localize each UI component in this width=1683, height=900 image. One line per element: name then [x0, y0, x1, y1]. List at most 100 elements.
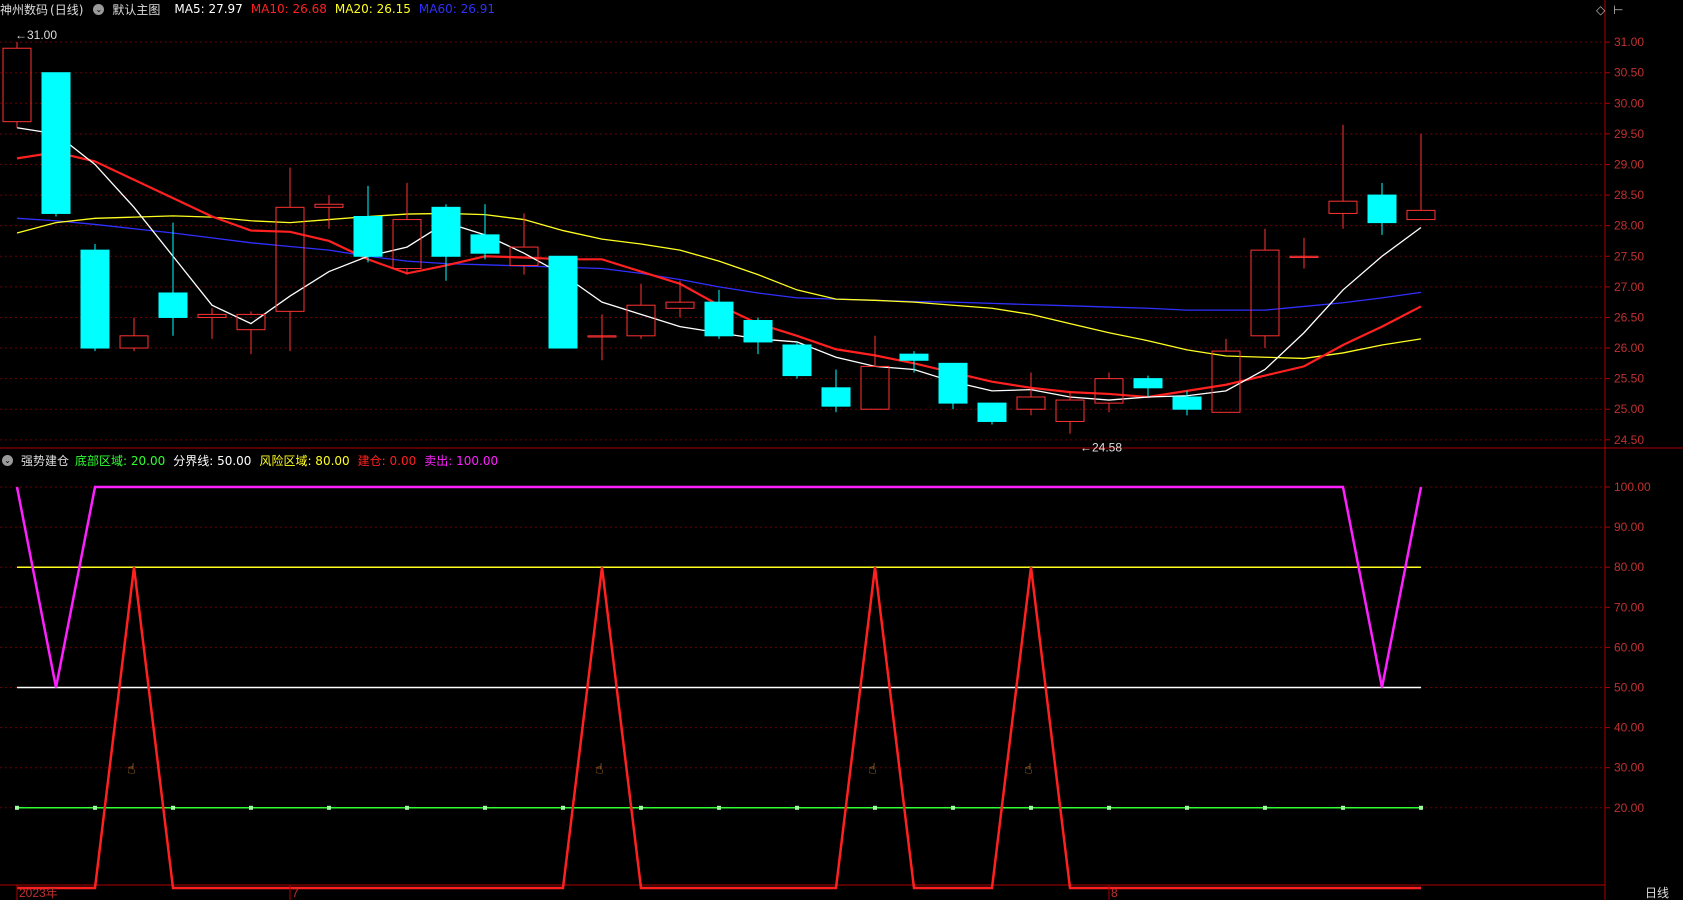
sell-line — [15, 485, 1423, 688]
indicator-tick-label: 90.00 — [1614, 520, 1644, 534]
bottom-zone-marker — [483, 805, 487, 810]
expand-icon[interactable]: ⊢ — [1613, 3, 1623, 17]
price-tick-label: 29.00 — [1614, 157, 1644, 171]
ma-legend-item: MA60: 26.91 — [418, 2, 495, 16]
candle-body — [314, 203, 344, 208]
template-label[interactable]: 默认主图 — [112, 1, 160, 18]
indicator-tick-label: 40.00 — [1614, 721, 1644, 735]
candle-body — [938, 362, 968, 404]
bottom-zone-marker — [1107, 805, 1111, 810]
ma-legend-item: MA20: 26.15 — [334, 2, 411, 16]
indicator-tick-label: 50.00 — [1614, 681, 1644, 695]
high-price-label: ←31.00 — [15, 28, 57, 42]
candle-body — [1016, 396, 1046, 410]
diamond-icon[interactable]: ◇ — [1596, 3, 1605, 17]
bottom-zone-marker — [951, 805, 955, 810]
hand-pointer-icon: ☝ — [868, 762, 877, 778]
indicator-legend-item: 底部区域: 20.00 — [75, 453, 166, 468]
bottom-zone-marker — [1419, 805, 1423, 810]
price-tick-label: 25.00 — [1614, 402, 1644, 416]
bottom-zone-marker — [1341, 805, 1345, 810]
price-tick-label: 28.50 — [1614, 188, 1644, 202]
candle-body — [80, 249, 110, 349]
ma-legend-item: MA5: 27.97 — [174, 2, 243, 16]
price-tick-label: 27.50 — [1614, 249, 1644, 263]
chevron-down-icon[interactable]: ⌄ — [2, 454, 13, 466]
price-tick-label: 25.50 — [1614, 372, 1644, 386]
candle-body — [1172, 396, 1202, 410]
main-chart-header: 神州数码 (日线) ⌄ 默认主图 MA5: 27.97 MA10: 26.68 MA… — [0, 0, 511, 18]
bottom-zone-marker — [795, 805, 799, 810]
candle-body — [41, 72, 71, 214]
hand-pointer-icon: ☝ — [595, 762, 604, 778]
bottom-zone-marker — [639, 805, 643, 810]
price-tick-label: 30.00 — [1614, 96, 1644, 110]
bottom-zone-marker — [15, 805, 19, 810]
indicator-tick-label: 100.00 — [1614, 480, 1651, 494]
candle-body — [353, 215, 383, 257]
indicator-name[interactable]: 强势建仓 — [21, 452, 69, 469]
price-tick-label: 27.00 — [1614, 280, 1644, 294]
indicator-tick-label: 80.00 — [1614, 560, 1644, 574]
price-tick-label: 26.00 — [1614, 341, 1644, 355]
candle-body — [782, 344, 812, 377]
candle-body — [197, 313, 227, 318]
price-tick-label: 28.00 — [1614, 219, 1644, 233]
hand-pointer-icon: ☝ — [1024, 762, 1033, 778]
candle-body — [860, 365, 890, 410]
candle-body — [1133, 378, 1163, 389]
price-tick-label: 30.50 — [1614, 66, 1644, 80]
price-tick-label: 29.50 — [1614, 127, 1644, 141]
candle-body — [470, 234, 500, 254]
indicator-header: ⌄ 强势建仓 底部区域: 20.00 分界线: 50.00 风险区域: 80.00 建… — [0, 451, 514, 469]
candle-body — [743, 320, 773, 343]
indicator-tick-label: 20.00 — [1614, 801, 1644, 815]
candle-body — [665, 301, 695, 309]
candle-body — [977, 402, 1007, 422]
bottom-zone-marker — [717, 805, 721, 810]
bottom-zone-marker — [1185, 805, 1189, 810]
price-tick-label: 26.50 — [1614, 310, 1644, 324]
candle-body — [1367, 194, 1397, 224]
kline-chart-canvas[interactable]: 31.00 30.50 30.00 29.50 29.00 28.50 28.00 27.50… — [0, 0, 1683, 900]
ma-line — [16, 151, 1422, 399]
candle-body — [704, 301, 734, 337]
period-button[interactable]: 日线 — [1645, 886, 1669, 900]
bottom-zone-marker — [327, 805, 331, 810]
indicator-legend-item: 卖出: 100.00 — [424, 453, 499, 468]
candle-body — [626, 304, 656, 337]
indicator-tick-label: 60.00 — [1614, 640, 1644, 654]
ma-line — [16, 127, 1422, 401]
bottom-zone-marker — [1029, 805, 1033, 810]
indicator-legend-item: 分界线: 50.00 — [173, 453, 252, 468]
chevron-down-icon[interactable]: ⌄ — [93, 3, 105, 15]
bottom-zone-marker — [1263, 805, 1267, 810]
bottom-zone-marker — [93, 805, 97, 810]
indicator-tick-label: 30.00 — [1614, 761, 1644, 775]
x-axis-label: 7 — [292, 886, 299, 900]
candle-body — [1250, 249, 1280, 337]
candle-body — [548, 255, 578, 349]
x-axis-label: 2023年 — [19, 886, 58, 900]
indicator-tick-label: 70.00 — [1614, 600, 1644, 614]
candle-body — [899, 353, 929, 361]
candle-body — [431, 206, 461, 257]
bottom-zone-marker — [249, 805, 253, 810]
hand-pointer-icon: ☝ — [127, 762, 136, 778]
low-price-label: ←24.58 — [1080, 441, 1122, 455]
bottom-zone-marker — [405, 805, 409, 810]
price-tick-label: 31.00 — [1614, 35, 1644, 49]
stock-name[interactable]: 神州数码 — [0, 1, 48, 18]
candle-body — [158, 292, 188, 318]
indicator-legend-item: 建仓: 0.00 — [357, 453, 417, 468]
bottom-zone-marker — [873, 805, 877, 810]
ma-legend: MA5: 27.97 MA10: 26.68 MA20: 26.15 MA60: 26… — [174, 2, 503, 16]
bottom-zone-marker — [561, 805, 565, 810]
bottom-zone-marker — [171, 805, 175, 810]
ma-legend-item: MA10: 26.68 — [250, 2, 327, 16]
candle-body — [2, 47, 32, 123]
indicator-legend-item: 风险区域: 80.00 — [259, 453, 350, 468]
candle-body — [119, 335, 149, 349]
candle-body — [1328, 200, 1358, 214]
candle-body — [1055, 399, 1085, 422]
